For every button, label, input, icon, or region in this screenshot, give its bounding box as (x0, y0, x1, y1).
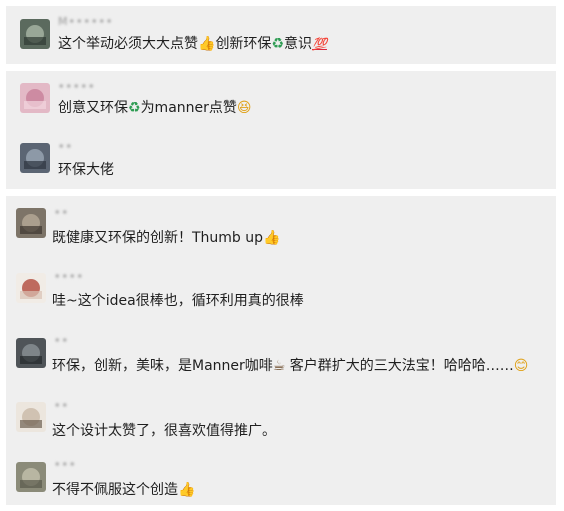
comment-text: 环保，创新，美味，是Manner咖啡☕ 客户群扩大的三大法宝！哈哈哈……😊 (52, 358, 529, 374)
comment-text: 哇~这个idea很棒也，循环利用真的很棒 (52, 293, 304, 309)
comment-item[interactable]: M•••••• 这个举动必须大大点赞👍创新环保♻意识💯 (6, 6, 556, 64)
comment-item[interactable]: ••• 不得不佩服这个创造👍 (6, 452, 556, 505)
comment-item[interactable]: •• 这个设计太赞了，很喜欢值得推广。 (6, 390, 556, 450)
avatar[interactable] (16, 273, 46, 303)
comment-card-2: ••••• 创意又环保♻为manner点赞😆 •• 环保大佬 (6, 71, 556, 189)
comment-item[interactable]: •• 环保，创新，美味，是Manner咖啡☕ 客户群扩大的三大法宝！哈哈哈……😊 (6, 328, 556, 388)
thumbs-up-icon: 👍 (178, 482, 196, 498)
comment-text: 既健康又环保的创新！Thumb up👍 (52, 230, 281, 246)
comment-text: 不得不佩服这个创造👍 (52, 482, 196, 498)
comment-text: 这个举动必须大大点赞👍创新环保♻意识💯 (58, 36, 327, 52)
commenter-name[interactable]: M•••••• (58, 15, 113, 28)
laughing-face-icon: 😆 (236, 100, 252, 116)
thumbs-up-icon: 👍 (263, 230, 281, 246)
comment-card-1: M•••••• 这个举动必须大大点赞👍创新环保♻意识💯 (6, 6, 556, 64)
smiling-face-icon: 😊 (513, 358, 529, 374)
coffee-icon: ☕ (272, 358, 286, 374)
avatar[interactable] (20, 19, 50, 49)
comment-item[interactable]: ••••• 创意又环保♻为manner点赞😆 (6, 71, 556, 129)
commenter-name[interactable]: •• (54, 334, 69, 347)
hundred-points-icon: 💯 (312, 37, 327, 51)
avatar[interactable] (20, 83, 50, 113)
comment-item[interactable]: •• 环保大佬 (6, 131, 556, 189)
comment-card-3: •• 既健康又环保的创新！Thumb up👍 •••• 哇~这个idea很棒也，… (6, 196, 556, 505)
comment-text: 环保大佬 (58, 162, 114, 178)
comment-item[interactable]: •••• 哇~这个idea很棒也，循环利用真的很棒 (6, 262, 556, 322)
comment-text: 这个设计太赞了，很喜欢值得推广。 (52, 423, 276, 439)
comment-text: 创意又环保♻为manner点赞😆 (58, 100, 252, 116)
avatar[interactable] (16, 402, 46, 432)
commenter-name[interactable]: •• (58, 140, 73, 153)
comment-item[interactable]: •• 既健康又环保的创新！Thumb up👍 (6, 196, 556, 256)
commenter-name[interactable]: ••• (54, 458, 76, 471)
commenter-name[interactable]: •• (54, 206, 69, 219)
commenter-name[interactable]: •• (54, 399, 69, 412)
recycle-icon: ♻ (271, 36, 284, 52)
avatar[interactable] (20, 143, 50, 173)
avatar[interactable] (16, 208, 46, 238)
thumbs-up-icon: 👍 (198, 36, 216, 52)
commenter-name[interactable]: •••• (54, 270, 84, 283)
avatar[interactable] (16, 338, 46, 368)
commenter-name[interactable]: ••••• (58, 80, 95, 93)
recycle-icon: ♻ (128, 100, 141, 116)
avatar[interactable] (16, 462, 46, 492)
